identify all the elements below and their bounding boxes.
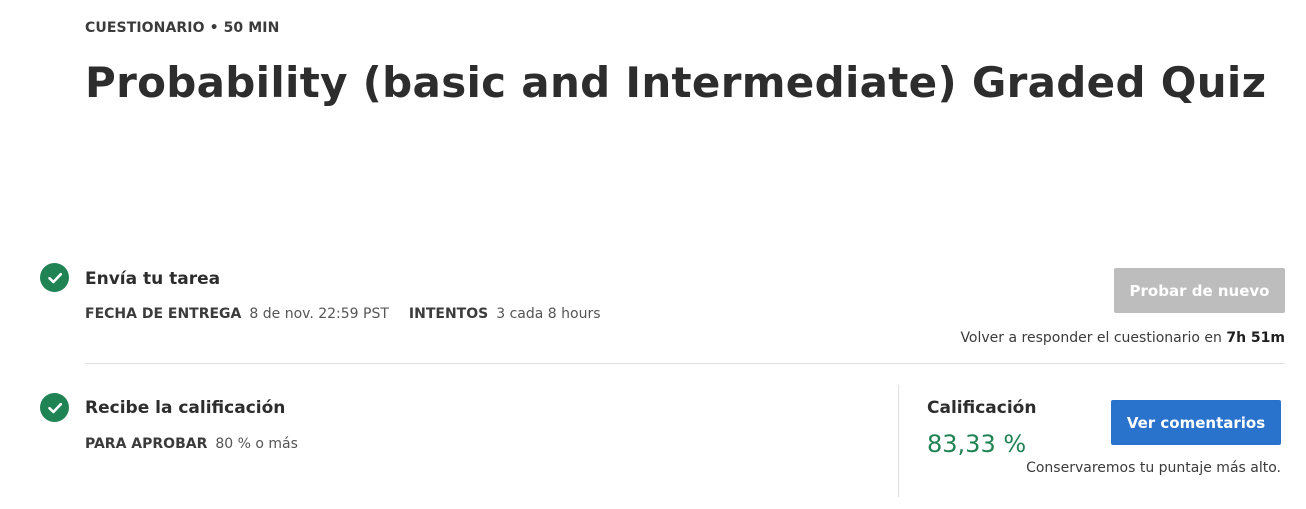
- grade-label: Calificación: [927, 398, 1037, 418]
- retry-countdown-note: Volver a responder el cuestionario en 7h…: [960, 330, 1285, 346]
- page-title: Probability (basic and Intermediate) Gra…: [85, 58, 1267, 107]
- quiz-eyebrow: CUESTIONARIO • 50 MIN: [85, 20, 280, 36]
- retry-note-text: Volver a responder el cuestionario en: [960, 330, 1222, 346]
- section-divider: [85, 363, 1285, 364]
- retry-button[interactable]: Probar de nuevo: [1114, 268, 1285, 313]
- retry-time: 7h 51m: [1226, 330, 1285, 346]
- grade-step-title: Recibe la calificación: [85, 398, 286, 418]
- check-circle-icon: [40, 263, 69, 292]
- highest-score-note: Conservaremos tu puntaje más alto.: [1026, 460, 1281, 476]
- view-feedback-button[interactable]: Ver comentarios: [1111, 400, 1281, 445]
- attempts-label: INTENTOS: [408, 306, 489, 322]
- due-date-value: 8 de nov. 22:59 PST: [249, 306, 389, 322]
- grade-value: 83,33 %: [927, 430, 1027, 458]
- submit-step-meta: FECHA DE ENTREGA 8 de nov. 22:59 PST INTEN…: [85, 306, 601, 322]
- grade-divider: [898, 385, 899, 497]
- pass-threshold-label: PARA APROBAR: [85, 436, 208, 452]
- attempts-value: 3 cada 8 hours: [496, 306, 601, 322]
- grade-step-meta: PARA APROBAR 80 % o más: [85, 436, 298, 452]
- check-circle-icon: [40, 393, 69, 422]
- pass-threshold-value: 80 % o más: [215, 436, 298, 452]
- due-date-label: FECHA DE ENTREGA: [85, 306, 242, 322]
- submit-step-title: Envía tu tarea: [85, 269, 221, 289]
